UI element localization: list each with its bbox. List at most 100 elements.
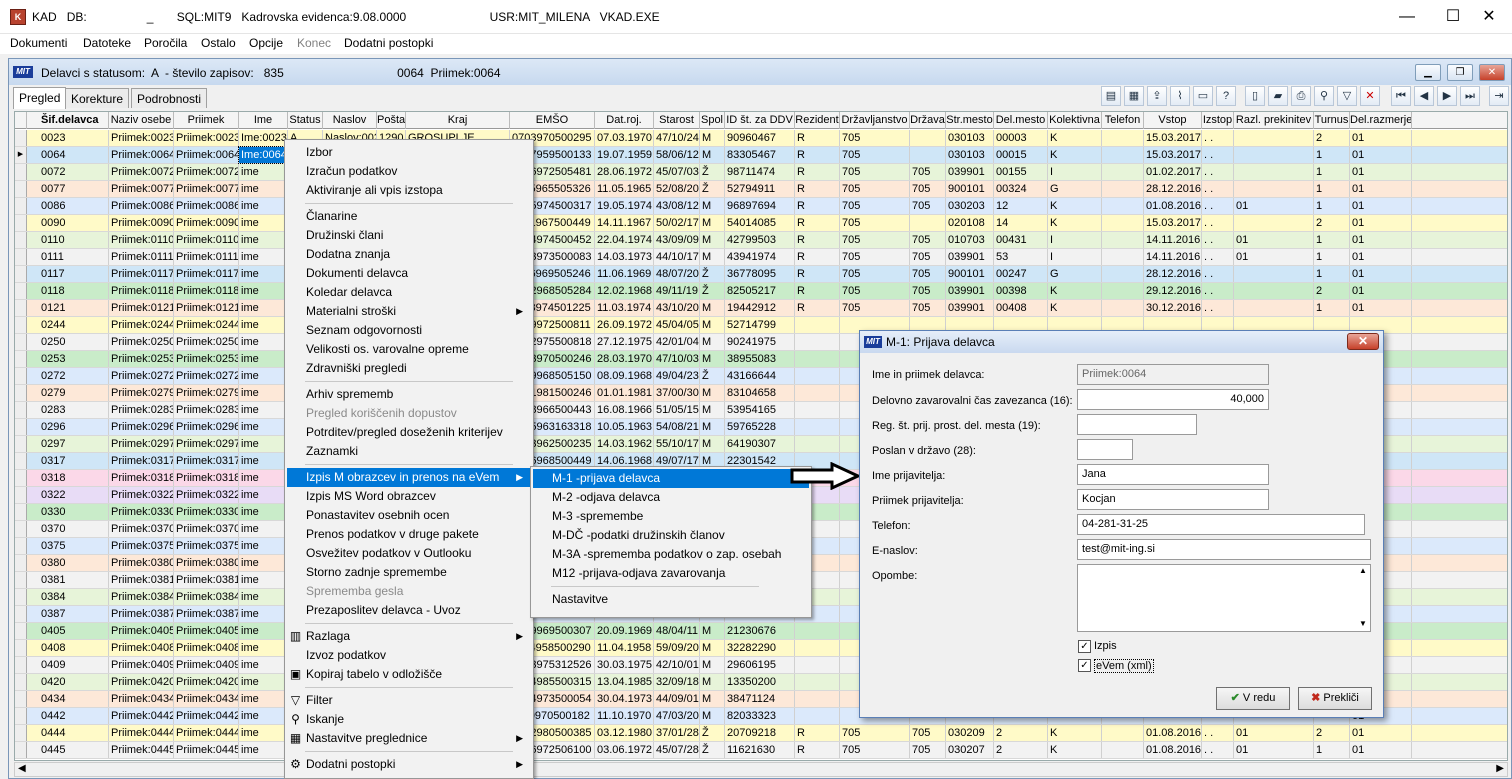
column-header[interactable]: Razl. prekinitev <box>1234 112 1314 129</box>
table-cell[interactable]: 0297 <box>27 436 109 452</box>
table-cell[interactable]: I <box>1048 232 1102 248</box>
table-cell[interactable] <box>795 623 840 639</box>
mdi-close-button[interactable]: ✕ <box>1479 64 1505 81</box>
table-cell[interactable]: 15.03.2017 <box>1144 147 1202 163</box>
table-cell[interactable]: 039901 <box>946 300 994 316</box>
table-cell[interactable]: Priimek:0072 <box>174 164 239 180</box>
table-cell[interactable]: 15.03.2017 <box>1144 130 1202 146</box>
table-cell[interactable]: M <box>700 436 725 452</box>
table-cell[interactable]: Priimek:0445 <box>174 742 239 758</box>
column-header[interactable]: Pošta <box>377 112 406 129</box>
table-cell[interactable]: M <box>700 402 725 418</box>
row-indicator[interactable] <box>15 249 27 265</box>
table-cell[interactable]: 705 <box>910 266 946 282</box>
table-cell[interactable]: Priimek:0121 <box>109 300 174 316</box>
table-cell[interactable]: 44/10/17 <box>654 249 700 265</box>
table-cell[interactable]: M <box>700 674 725 690</box>
table-cell[interactable]: Priimek:0086 <box>109 198 174 214</box>
table-cell[interactable]: 0077 <box>27 181 109 197</box>
izpis-checkbox[interactable]: ✓ <box>1078 640 1091 653</box>
row-indicator[interactable] <box>15 130 27 146</box>
table-cell[interactable]: Priimek:0442 <box>109 708 174 724</box>
row-indicator[interactable] <box>15 317 27 333</box>
table-cell[interactable]: 0072 <box>27 164 109 180</box>
table-cell[interactable]: ime <box>239 402 288 418</box>
table-cell[interactable]: 10.05.1963 <box>595 419 654 435</box>
table-cell[interactable]: 0118 <box>27 283 109 299</box>
table-cell[interactable]: Priimek:0253 <box>174 351 239 367</box>
mdi-minimize-button[interactable]: ▁ <box>1415 64 1441 81</box>
table-cell[interactable] <box>795 691 840 707</box>
table-cell[interactable]: ime <box>239 249 288 265</box>
table-cell[interactable]: ime <box>239 640 288 656</box>
table-cell[interactable]: Priimek:0111 <box>109 249 174 265</box>
table-cell[interactable]: 1 <box>1314 232 1350 248</box>
first-button[interactable]: ⏮ <box>1391 86 1411 106</box>
column-header[interactable]: Naziv osebe <box>109 112 174 129</box>
table-cell[interactable]: 01 <box>1350 232 1412 248</box>
table-cell[interactable]: 47/10/24 <box>654 130 700 146</box>
table-cell[interactable]: Priimek:0420 <box>109 674 174 690</box>
table-cell[interactable] <box>795 402 840 418</box>
table-cell[interactable]: ime <box>239 606 288 622</box>
table-cell[interactable]: Priimek:0250 <box>174 334 239 350</box>
table-cell[interactable]: M <box>700 334 725 350</box>
table-cell[interactable]: 705 <box>840 181 910 197</box>
table-cell[interactable]: ime <box>239 453 288 469</box>
table-cell[interactable] <box>1234 130 1314 146</box>
table-cell[interactable]: 01 <box>1350 164 1412 180</box>
e-naslov-field[interactable]: test@mit-ing.si <box>1077 539 1371 560</box>
table-cell[interactable]: . . <box>1202 249 1234 265</box>
table-cell[interactable]: 0318 <box>27 470 109 486</box>
table-cell[interactable] <box>1234 147 1314 163</box>
table-cell[interactable]: 705 <box>840 198 910 214</box>
priimek-prijavitelja-field[interactable]: Kocjan <box>1077 489 1269 510</box>
menu-item[interactable]: Prezaposlitev delavca - Uvoz <box>287 601 531 620</box>
column-header[interactable]: Kraj <box>406 112 510 129</box>
table-cell[interactable]: Priimek:0317 <box>109 453 174 469</box>
table-cell[interactable]: I <box>1048 249 1102 265</box>
table-cell[interactable]: 08.09.1968 <box>595 368 654 384</box>
table-cell[interactable]: ime <box>239 538 288 554</box>
table-cell[interactable]: M <box>700 317 725 333</box>
column-header[interactable]: Del.mesto <box>994 112 1048 129</box>
table-cell[interactable]: 705 <box>840 147 910 163</box>
menu-item[interactable]: Sprememba gesla <box>287 582 531 601</box>
row-indicator[interactable] <box>15 640 27 656</box>
row-indicator[interactable] <box>15 708 27 724</box>
table-cell[interactable]: 0384 <box>27 589 109 605</box>
table-cell[interactable]: ime <box>239 589 288 605</box>
table-cell[interactable]: 01 <box>1350 725 1412 741</box>
new-button[interactable]: ▯ <box>1245 86 1265 106</box>
table-cell[interactable]: . . <box>1202 147 1234 163</box>
table-cell[interactable]: 0272 <box>27 368 109 384</box>
table-cell[interactable]: ime <box>239 351 288 367</box>
row-indicator[interactable] <box>15 385 27 401</box>
menu-item[interactable]: Članarine <box>287 207 531 226</box>
table-cell[interactable]: 64190307 <box>725 436 795 452</box>
column-header[interactable]: Spol <box>700 112 725 129</box>
table-cell[interactable]: 83305467 <box>725 147 795 163</box>
table-cell[interactable] <box>1102 181 1144 197</box>
table-cell[interactable]: 01 <box>1350 130 1412 146</box>
table-cell[interactable]: 0086 <box>27 198 109 214</box>
table-cell[interactable]: 039901 <box>946 249 994 265</box>
table-cell[interactable]: 07.03.1970 <box>595 130 654 146</box>
print-preview-button[interactable]: ▤ <box>1101 86 1121 106</box>
tab-pregled[interactable]: Pregled <box>13 87 67 109</box>
table-cell[interactable]: 28.12.2016 <box>1144 181 1202 197</box>
table-cell[interactable]: 010703 <box>946 232 994 248</box>
table-cell[interactable] <box>1102 130 1144 146</box>
table-cell[interactable]: 705 <box>910 300 946 316</box>
table-cell[interactable]: 12.02.1968 <box>595 283 654 299</box>
menu-opcije[interactable]: Opcije <box>249 36 283 50</box>
table-cell[interactable]: 45/07/03 <box>654 164 700 180</box>
table-cell[interactable]: 54/08/21 <box>654 419 700 435</box>
table-cell[interactable]: 0442 <box>27 708 109 724</box>
table-cell[interactable]: Priimek:0444 <box>174 725 239 741</box>
table-cell[interactable]: 0405 <box>27 623 109 639</box>
table-cell[interactable]: M <box>700 147 725 163</box>
table-cell[interactable]: 039901 <box>946 283 994 299</box>
table-cell[interactable]: 0250 <box>27 334 109 350</box>
row-indicator[interactable] <box>15 215 27 231</box>
